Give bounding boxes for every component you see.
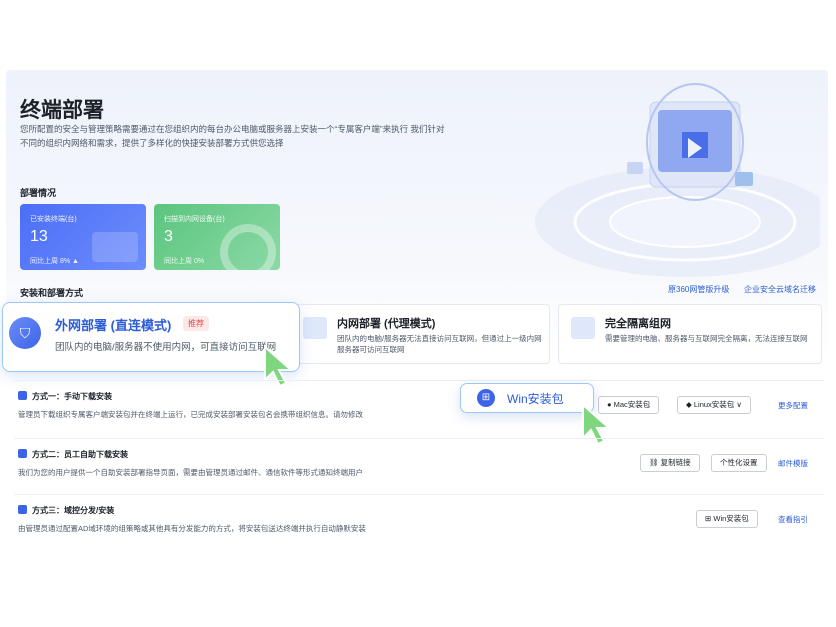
upgrade-link[interactable]: 原360网管版升级 [668, 284, 729, 295]
view-guide-link[interactable]: 查看指引 [778, 514, 808, 525]
card-title: 外网部署 (直连模式) [55, 318, 172, 333]
installed-compare: 同比上周 8% ▲ [30, 258, 79, 265]
chevron-down-icon: ∨ [736, 400, 742, 409]
user-download-icon [18, 449, 27, 458]
linux-icon: ◆ [686, 400, 692, 409]
methods-section-label: 安装和部署方式 [20, 288, 84, 298]
win-package-button-highlight[interactable]: ⊞ Win安装包 [460, 383, 594, 413]
card-decoration [92, 232, 138, 262]
row-description: 我们为您的用户提供一个自助安装部署指导页面，需要由管理员通过邮件、通信软件等形式… [18, 468, 363, 477]
linux-package-button[interactable]: ◆ Linux安装包 ∨ [677, 396, 751, 414]
win-package-button-domain[interactable]: ⊞ Win安装包 [696, 510, 758, 528]
domain-icon [18, 505, 27, 514]
card-isolated[interactable]: 完全隔离组网 需要管理的电脑、服务器与互联网完全隔离，无法连接互联网 [558, 304, 822, 364]
card-description: 团队内的电脑/服务器无法直接访问互联网，但通过上一级内网服务器可访问互联网 [337, 334, 542, 354]
domain-migrate-link[interactable]: 企业安全云域名迁移 [744, 284, 816, 295]
installed-count: 13 [30, 228, 48, 245]
shield-icon: ⛉ [9, 317, 41, 349]
card-title: 完全隔离组网 [605, 318, 671, 330]
row-title: 方式二：员工自助下载安装 [18, 449, 128, 460]
copy-link-button[interactable]: ⛓ 复制链接 [640, 454, 700, 472]
download-icon [18, 391, 27, 400]
scanned-label: 扫描到内网设备(台) [164, 216, 225, 223]
windows-icon: ⊞ [705, 514, 712, 523]
link-icon: ⛓ [649, 458, 659, 467]
windows-icon: ⊞ [477, 389, 495, 407]
terminal-illustration [535, 83, 820, 277]
card-title: 内网部署 (代理模式) [337, 318, 436, 330]
deploy-status-label: 部署情况 [20, 188, 57, 198]
page-description: 您所配置的安全与管理策略需要通过在您组织内的每台办公电脑或服务器上安装一个“专属… [20, 124, 445, 148]
monitor-icon [571, 317, 595, 339]
scanned-count: 3 [164, 228, 173, 245]
win-package-label: Win安装包 [507, 392, 564, 406]
row-description: 管理员下载组织专属客户端安装包并在终端上运行，已完成安装部署安装包名会携带组织信… [18, 410, 363, 419]
card-description: 团队内的电脑/服务器不使用内网，可直接访问互联网 [55, 342, 277, 353]
scanned-compare: 同比上周 0% [164, 258, 205, 265]
method-row-selfservice: 方式二：员工自助下载安装 我们为您的用户提供一个自助安装部署指导页面，需要由管理… [14, 438, 824, 489]
installed-terminals-card[interactable]: 已安装终端(台) 13 同比上周 8% ▲ [20, 204, 146, 270]
email-template-link[interactable]: 邮件模版 [778, 458, 808, 469]
more-config-link[interactable]: 更多配置 [778, 400, 808, 411]
installed-label: 已安装终端(台) [30, 216, 77, 223]
card-internal-proxy[interactable]: 内网部署 (代理模式) 团队内的电脑/服务器无法直接访问互联网，但通过上一级内网… [290, 304, 550, 364]
proxy-icon [303, 317, 327, 339]
card-description: 需要管理的电脑、服务器与互联网完全隔离，无法连接互联网 [605, 334, 808, 343]
page-title: 终端部署 [20, 99, 104, 122]
row-title: 方式三：域控分发/安装 [18, 505, 114, 516]
recommend-badge: 推荐 [183, 316, 209, 331]
card-decoration [220, 224, 276, 270]
scanned-devices-card[interactable]: 扫描到内网设备(台) 3 同比上周 0% [154, 204, 280, 270]
card-external-highlight[interactable]: ⛉ 外网部署 (直连模式) 推荐 团队内的电脑/服务器不使用内网，可直接访问互联… [2, 302, 300, 372]
row-description: 由管理员通过配置AD域环境的组策略或其他具有分发能力的方式，将安装包送达终端并执… [18, 524, 366, 533]
row-title: 方式一：手动下载安装 [18, 391, 112, 402]
customize-button[interactable]: 个性化设置 [711, 454, 767, 472]
